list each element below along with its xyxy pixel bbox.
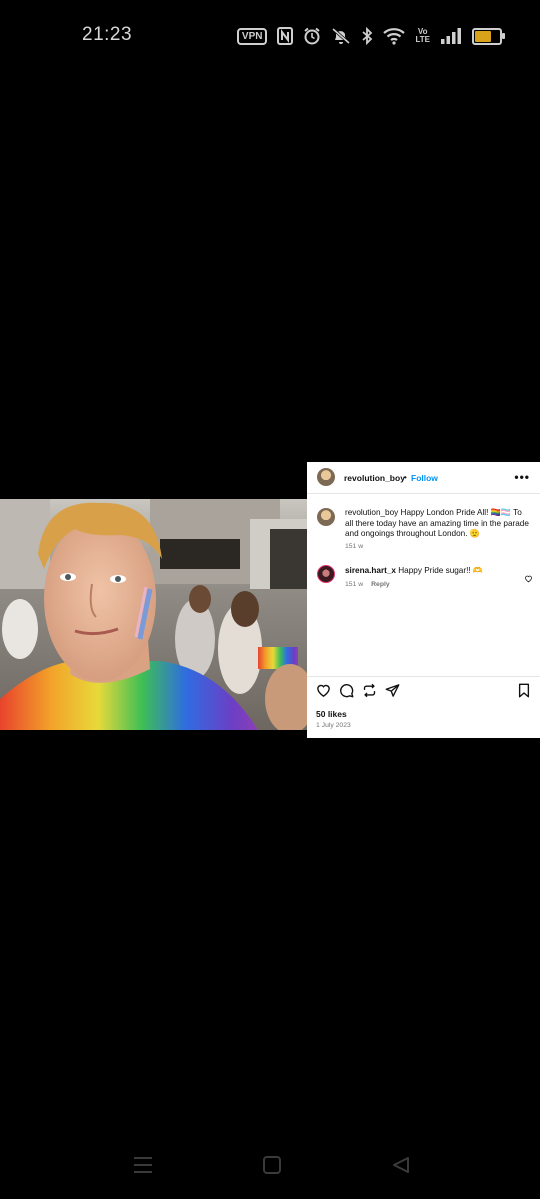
status-icons: VPN Vo LTE (236, 24, 505, 48)
caption-age: 151 w (345, 543, 364, 550)
volte-label-bottom: LTE (415, 35, 430, 44)
author-username[interactable]: revolution_boy (344, 473, 405, 483)
signal-icon (440, 28, 462, 44)
reply-button[interactable]: Reply (371, 581, 390, 588)
more-horizontal-icon[interactable]: ••• (514, 470, 530, 484)
clock: 21:23 (82, 24, 133, 45)
recents-icon[interactable] (133, 1156, 153, 1179)
wifi-icon (383, 27, 406, 45)
battery-icon (472, 27, 505, 45)
comment-text: Happy Pride sugar!! 🫶 (398, 566, 484, 575)
likes-count[interactable]: 50 likes (316, 709, 347, 719)
navigation-bar (0, 1140, 540, 1199)
separator-dot: • (404, 473, 407, 482)
home-icon[interactable] (263, 1156, 281, 1179)
post-date: 1 July 2023 (316, 722, 351, 729)
mute-icon (331, 27, 351, 45)
comment-meta: 151 w Reply (345, 581, 390, 588)
status-bar: 21:23 VPN Vo LTE (0, 0, 540, 72)
actions-divider (307, 676, 540, 677)
vpn-icon: VPN (236, 27, 268, 45)
comment-icon[interactable] (339, 683, 354, 703)
battery-level (475, 30, 491, 42)
header-divider (307, 493, 540, 494)
repost-icon[interactable] (362, 683, 377, 703)
volte-icon: Vo LTE (415, 28, 430, 44)
action-bar (307, 683, 540, 703)
comment-age: 151 w (345, 581, 364, 588)
author-avatar[interactable] (317, 468, 335, 486)
bookmark-icon[interactable] (517, 683, 531, 703)
comment-username[interactable]: sirena.hart_x (345, 566, 396, 575)
follow-button[interactable]: Follow (411, 473, 438, 483)
bluetooth-icon (361, 27, 373, 45)
caption-avatar[interactable] (317, 508, 335, 526)
post-caption: revolution_boy Happy London Pride All! 🏳… (345, 508, 530, 540)
comment-avatar[interactable] (317, 565, 335, 583)
alarm-icon (303, 27, 321, 45)
comment: sirena.hart_x Happy Pride sugar!! 🫶 (345, 566, 515, 576)
post-photo-image (0, 499, 307, 730)
heart-icon[interactable] (316, 683, 331, 703)
back-icon[interactable] (392, 1156, 410, 1179)
share-icon[interactable] (385, 683, 400, 703)
post-panel: revolution_boy • Follow ••• revolution_b… (307, 462, 540, 738)
post-header: revolution_boy • Follow ••• (307, 462, 540, 492)
nfc-icon (277, 27, 294, 45)
comment-heart-icon[interactable] (524, 570, 533, 588)
caption-username[interactable]: revolution_boy (345, 508, 398, 517)
post-photo[interactable] (0, 499, 307, 730)
